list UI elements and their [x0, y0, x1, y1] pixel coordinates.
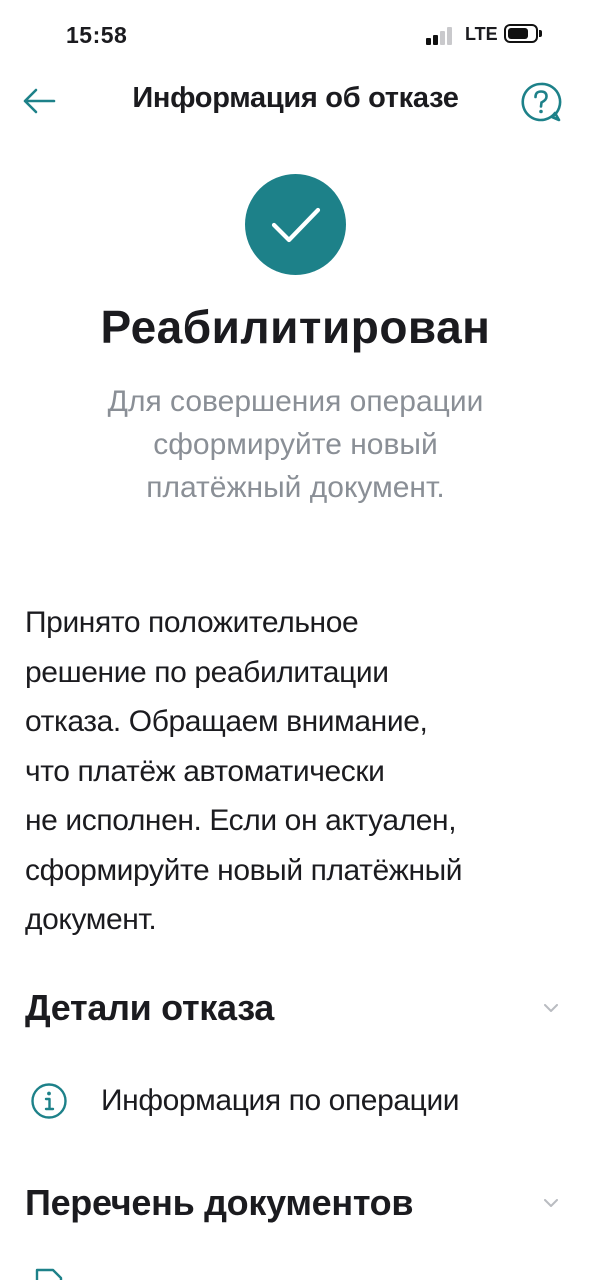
- message-line: не исполнен. Если он актуален,: [25, 804, 457, 837]
- status-time: 15:58: [66, 22, 128, 48]
- status-title: Реабилитирован: [100, 301, 491, 353]
- top-app-bar: Информация об отказе: [0, 70, 591, 130]
- subtitle-line: платёжный документ.: [146, 471, 445, 504]
- message-line: что платёж автоматически: [25, 754, 385, 788]
- status-subtitle: Для совершения операции сформируйте новы…: [60, 380, 531, 509]
- documents-section-title: Перечень документов: [25, 1182, 414, 1223]
- question-bubble-icon: [521, 82, 562, 122]
- chevron-down-icon: [541, 1193, 561, 1213]
- message-line: документ.: [25, 903, 157, 936]
- details-section-header[interactable]: Детали отказа: [25, 983, 561, 1033]
- chevron-down-icon: [541, 998, 561, 1018]
- details-section-title: Детали отказа: [25, 987, 275, 1028]
- info-icon: [31, 1083, 67, 1119]
- help-button[interactable]: [519, 80, 563, 124]
- network-type: LTE: [465, 24, 498, 44]
- message-line: Принято положительное: [25, 606, 359, 639]
- operation-info-item[interactable]: Информация по операции: [30, 1076, 561, 1126]
- message-line: отказа. Обращаем внимание,: [25, 705, 428, 738]
- success-badge: [245, 174, 346, 275]
- signal-icon: [426, 25, 456, 45]
- battery-nub: [539, 30, 542, 37]
- message-line: решение по реабилитации: [25, 655, 389, 689]
- page-title: Информация об отказе: [132, 82, 459, 114]
- subtitle-line: сформируйте новый: [153, 428, 438, 461]
- check-icon: [271, 207, 320, 242]
- status-bar: 15:58 LTE: [0, 0, 591, 70]
- message-line: сформируйте новый платёжный: [25, 853, 463, 887]
- battery-icon: [504, 24, 538, 43]
- documents-section-header[interactable]: Перечень документов: [25, 1178, 561, 1228]
- operation-info-label: Информация по операции: [101, 1084, 460, 1117]
- decision-message: Принято положительное решение по реабили…: [25, 598, 561, 945]
- subtitle-line: Для совершения операции: [107, 385, 484, 418]
- document-icon: [34, 1268, 64, 1280]
